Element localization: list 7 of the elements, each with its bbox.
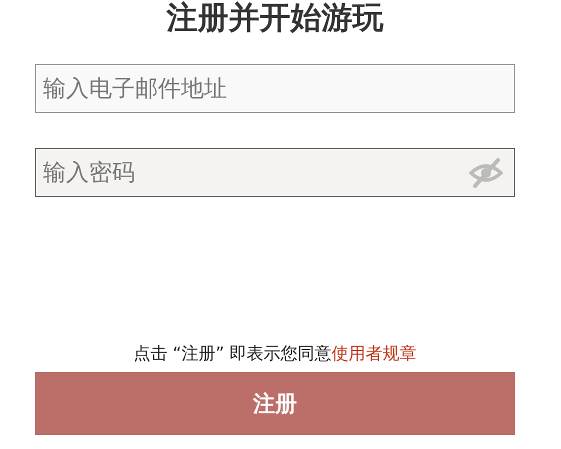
page-title: 注册并开始游玩 [166, 0, 384, 36]
agreement-text: 点击 “注册” 即表示您同意使用者规章 [133, 343, 417, 365]
terms-link[interactable]: 使用者规章 [332, 344, 417, 364]
eye-slash-icon[interactable] [469, 158, 503, 188]
email-field[interactable]: 输入电子邮件地址 [35, 64, 515, 113]
signup-button[interactable]: 注册 [35, 372, 515, 435]
password-field[interactable]: 输入密码 [35, 148, 515, 197]
